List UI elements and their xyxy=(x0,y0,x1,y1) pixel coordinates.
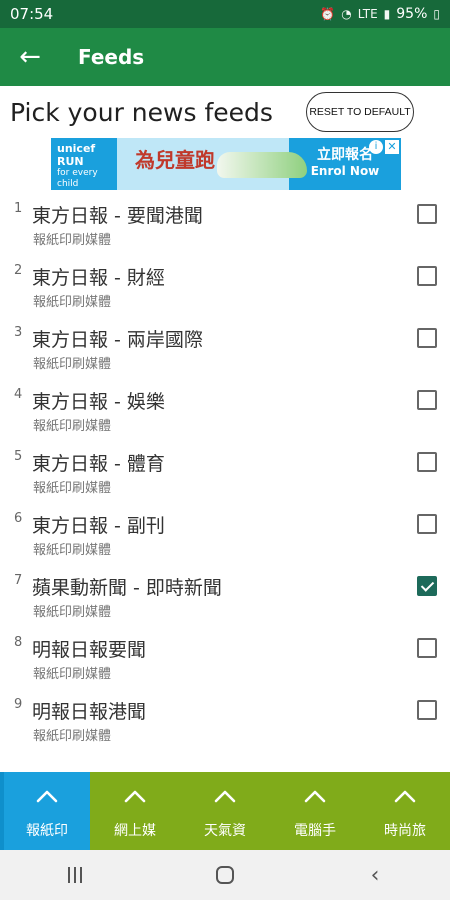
back-button[interactable]: ‹ xyxy=(345,855,405,895)
chevron-up-icon xyxy=(4,788,90,808)
tab-label: 報紙印 xyxy=(26,823,68,839)
feed-number: 8 xyxy=(14,635,23,650)
back-arrow-icon[interactable]: ← xyxy=(0,28,60,86)
feed-item[interactable]: 7 蘋果動新聞 - 即時新聞報紙印刷媒體 xyxy=(0,562,450,624)
feed-item[interactable]: 3 東方日報 - 兩岸國際報紙印刷媒體 xyxy=(0,314,450,376)
feed-subtitle: 報紙印刷媒體 xyxy=(33,357,112,372)
feed-subtitle: 報紙印刷媒體 xyxy=(33,419,112,434)
status-icons: ⏰ ◔ LTE ▮ 95% ▯ xyxy=(320,6,440,22)
ad-calligraphy: 為兒童跑 xyxy=(135,148,215,172)
ad-banner[interactable]: unicef RUN for every child 為兒童跑 立即報名 Enr… xyxy=(51,138,401,190)
ad-close-icon[interactable]: ✕ xyxy=(385,140,399,154)
feed-checkbox[interactable] xyxy=(417,204,437,224)
tab-label: 電腦手 xyxy=(294,823,336,839)
ad-tagline: for every child xyxy=(57,168,98,190)
feed-number: 3 xyxy=(14,325,23,340)
battery-icon: ▯ xyxy=(433,7,440,21)
chevron-up-icon xyxy=(360,788,450,808)
feed-checkbox[interactable] xyxy=(417,266,437,286)
chevron-up-icon xyxy=(180,788,270,808)
feed-title: 明報日報港聞 xyxy=(32,701,147,723)
feed-checkbox[interactable] xyxy=(417,576,437,596)
feed-number: 7 xyxy=(14,573,23,588)
feed-subtitle: 報紙印刷媒體 xyxy=(33,295,112,310)
feed-item[interactable]: 4 東方日報 - 娛樂報紙印刷媒體 xyxy=(0,376,450,438)
chevron-up-icon xyxy=(90,788,180,808)
back-chevron-icon: ‹ xyxy=(370,862,380,888)
feed-checkbox[interactable] xyxy=(417,328,437,348)
home-button[interactable] xyxy=(195,855,255,895)
reset-to-default-button[interactable]: RESET TO DEFAULT xyxy=(306,92,414,132)
ad-brand: unicef xyxy=(57,142,96,155)
feed-item[interactable]: 9 明報日報港聞報紙印刷媒體 xyxy=(0,686,450,748)
tab-label: 時尚旅 xyxy=(384,823,426,839)
recent-apps-icon xyxy=(68,867,82,883)
page-title: Pick your news feeds xyxy=(10,98,273,127)
feed-item[interactable]: 6 東方日報 - 副刊報紙印刷媒體 xyxy=(0,500,450,562)
status-bar: 07:54 ⏰ ◔ LTE ▮ 95% ▯ xyxy=(0,0,450,28)
tab-4[interactable]: 電腦手 xyxy=(270,772,360,850)
feed-number: 5 xyxy=(14,449,23,464)
app-title: Feeds xyxy=(78,45,145,69)
home-icon xyxy=(216,866,234,884)
wifi-icon: ◔ xyxy=(341,7,352,21)
chevron-up-icon xyxy=(270,788,360,808)
feed-item[interactable]: 5 東方日報 - 體育報紙印刷媒體 xyxy=(0,438,450,500)
feed-title: 東方日報 - 兩岸國際 xyxy=(32,329,203,351)
network-label: LTE xyxy=(357,7,378,21)
bottom-tab-bar: 報紙印 網上媒 天氣資 電腦手 時尚旅 xyxy=(0,772,450,850)
feed-checkbox[interactable] xyxy=(417,514,437,534)
feed-number: 9 xyxy=(14,697,23,712)
ad-info-icon[interactable]: i xyxy=(369,140,383,154)
app-bar: ← Feeds xyxy=(0,28,450,86)
feed-title: 蘋果動新聞 - 即時新聞 xyxy=(32,577,222,599)
feed-number: 6 xyxy=(14,511,23,526)
feed-item[interactable]: 2 東方日報 - 財經報紙印刷媒體 xyxy=(0,252,450,314)
system-nav-bar: ‹ xyxy=(0,850,450,900)
feed-subtitle: 報紙印刷媒體 xyxy=(33,729,112,744)
ad-artwork: 為兒童跑 xyxy=(117,138,307,190)
tab-label: 網上媒 xyxy=(114,823,156,839)
feed-subtitle: 報紙印刷媒體 xyxy=(33,233,112,248)
feed-item[interactable]: 1 東方日報 - 要聞港聞報紙印刷媒體 xyxy=(0,190,450,252)
feed-subtitle: 報紙印刷媒體 xyxy=(33,605,112,620)
feed-item[interactable]: 8 明報日報要聞報紙印刷媒體 xyxy=(0,624,450,686)
feed-title: 東方日報 - 體育 xyxy=(32,453,165,475)
feed-checkbox[interactable] xyxy=(417,700,437,720)
tab-2[interactable]: 網上媒 xyxy=(90,772,180,850)
feed-checkbox[interactable] xyxy=(417,452,437,472)
signal-icon: ▮ xyxy=(383,7,391,21)
tab-1[interactable]: 報紙印 xyxy=(0,772,90,850)
feed-title: 東方日報 - 財經 xyxy=(32,267,165,289)
feed-number: 1 xyxy=(14,201,23,216)
tab-3[interactable]: 天氣資 xyxy=(180,772,270,850)
tab-5[interactable]: 時尚旅 xyxy=(360,772,450,850)
ad-brand-panel: unicef RUN for every child xyxy=(51,138,117,190)
feed-list: 1 東方日報 - 要聞港聞 報紙印刷媒體 2 東方日報 - 財經 報紙印刷媒體 3 東方日報 … xyxy=(0,190,450,748)
feed-subtitle: 報紙印刷媒體 xyxy=(33,543,112,558)
alarm-icon: ⏰ xyxy=(320,7,336,21)
tab-label: 天氣資 xyxy=(204,823,246,839)
shoe-image xyxy=(217,152,307,178)
battery-level: 95% xyxy=(396,6,428,22)
feed-subtitle: 報紙印刷媒體 xyxy=(33,481,112,496)
feed-title: 明報日報要聞 xyxy=(32,639,147,661)
recent-apps-button[interactable] xyxy=(45,855,105,895)
feed-subtitle: 報紙印刷媒體 xyxy=(33,667,112,682)
feed-number: 4 xyxy=(14,387,23,402)
feed-checkbox[interactable] xyxy=(417,638,437,658)
feed-title: 東方日報 - 要聞港聞 xyxy=(32,205,203,227)
feed-checkbox[interactable] xyxy=(417,390,437,410)
feed-number: 2 xyxy=(14,263,23,278)
heading-row: Pick your news feeds RESET TO DEFAULT xyxy=(0,90,450,136)
ad-run-text: RUN xyxy=(57,155,84,169)
feed-title: 東方日報 - 娛樂 xyxy=(32,391,165,413)
feed-title: 東方日報 - 副刊 xyxy=(32,515,165,537)
status-time: 07:54 xyxy=(10,5,54,23)
